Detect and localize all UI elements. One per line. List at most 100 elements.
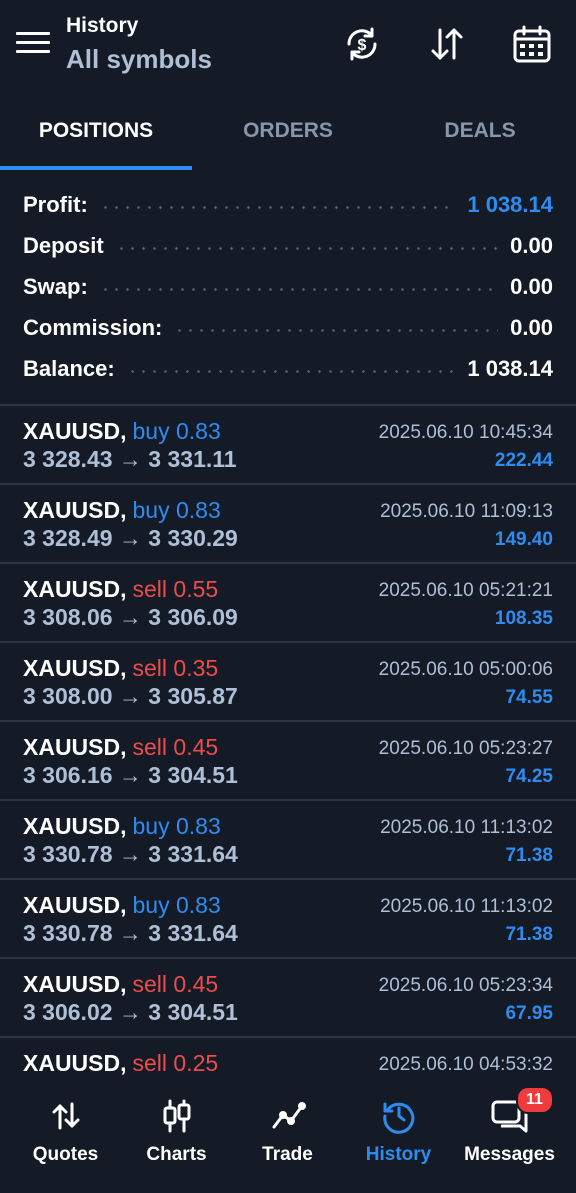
deal-profit: 67.95 bbox=[505, 1003, 553, 1024]
active-tab-indicator bbox=[0, 166, 192, 170]
bottom-navigation: Quotes Charts Trade History 11 Messages bbox=[0, 1084, 576, 1193]
deal-symbol: XAUUSD, bbox=[23, 734, 127, 760]
svg-text:$: $ bbox=[358, 37, 367, 54]
nav-trade-label: Trade bbox=[262, 1144, 313, 1165]
list-item[interactable]: XAUUSD, buy 0.83 3 330.78 → 3 331.64 2025… bbox=[0, 801, 576, 880]
deal-side: sell 0.55 bbox=[132, 576, 219, 602]
sync-button[interactable]: $ bbox=[340, 22, 384, 66]
deal-side: sell 0.25 bbox=[132, 1050, 219, 1076]
deposit-value: 0.00 bbox=[510, 232, 553, 258]
balance-label: Balance: bbox=[23, 355, 115, 381]
deal-symbol: XAUUSD, bbox=[23, 813, 127, 839]
deal-prices: 3 328.49 → 3 330.29 bbox=[23, 525, 238, 551]
nav-charts-label: Charts bbox=[146, 1144, 207, 1165]
tab-deals[interactable]: DEALS bbox=[384, 96, 576, 166]
deal-symbol: XAUUSD, bbox=[23, 418, 127, 444]
deal-prices: 3 306.16 → 3 304.51 bbox=[23, 762, 238, 788]
tab-orders[interactable]: ORDERS bbox=[192, 96, 384, 166]
summary-panel: Profit: 1 038.14 Deposit 0.00 Swap: 0.00… bbox=[0, 184, 576, 389]
deal-symbol-line: XAUUSD, buy 0.83 bbox=[23, 892, 221, 919]
nav-history[interactable]: History bbox=[341, 1084, 456, 1184]
deal-time: 2025.06.10 04:53:32 bbox=[378, 1054, 553, 1075]
summary-row-commission: Commission: 0.00 bbox=[0, 307, 576, 348]
list-item[interactable]: XAUUSD, sell 0.45 3 306.02 → 3 304.51 202… bbox=[0, 959, 576, 1038]
deal-symbol-line: XAUUSD, sell 0.45 bbox=[23, 734, 218, 761]
deal-symbol-line: XAUUSD, buy 0.83 bbox=[23, 418, 221, 445]
profit-value: 1 038.14 bbox=[467, 191, 553, 217]
top-bar: History All symbols $ bbox=[0, 0, 576, 92]
nav-messages-label: Messages bbox=[464, 1144, 555, 1165]
deal-prices: 3 330.78 → 3 331.64 bbox=[23, 841, 238, 867]
candlestick-icon bbox=[163, 1099, 190, 1133]
deal-profit: 149.40 bbox=[494, 529, 553, 550]
deal-side: sell 0.45 bbox=[132, 971, 219, 997]
deal-prices: 3 306.02 → 3 304.51 bbox=[23, 999, 238, 1025]
positions-list: XAUUSD, buy 0.83 3 328.43 → 3 331.11 2025… bbox=[0, 406, 576, 1117]
deal-prices: 3 308.00 → 3 305.87 bbox=[23, 683, 238, 709]
menu-icon[interactable] bbox=[16, 32, 50, 58]
commission-label: Commission: bbox=[23, 314, 163, 340]
deal-symbol: XAUUSD, bbox=[23, 892, 127, 918]
history-clock-icon bbox=[382, 1102, 414, 1134]
balance-value: 1 038.14 bbox=[467, 355, 553, 381]
trade-line-icon bbox=[272, 1102, 306, 1129]
deal-side: buy 0.83 bbox=[132, 418, 221, 444]
symbol-filter[interactable]: All symbols bbox=[66, 44, 212, 75]
nav-history-label: History bbox=[365, 1144, 432, 1165]
deal-symbol: XAUUSD, bbox=[23, 1050, 127, 1076]
deal-side: sell 0.35 bbox=[132, 655, 219, 681]
deal-time: 2025.06.10 10:45:34 bbox=[378, 422, 553, 443]
deal-time: 2025.06.10 05:23:34 bbox=[378, 975, 553, 996]
deal-side: buy 0.83 bbox=[132, 892, 221, 918]
deal-symbol: XAUUSD, bbox=[23, 655, 127, 681]
deal-symbol: XAUUSD, bbox=[23, 497, 127, 523]
sort-button[interactable] bbox=[425, 22, 469, 66]
nav-quotes[interactable]: Quotes bbox=[8, 1084, 123, 1184]
summary-row-balance: Balance: 1 038.14 bbox=[0, 348, 576, 389]
deal-prices: 3 308.06 → 3 306.09 bbox=[23, 604, 238, 630]
deal-time: 2025.06.10 05:00:06 bbox=[378, 659, 553, 680]
nav-charts[interactable]: Charts bbox=[119, 1084, 234, 1184]
deal-profit: 74.25 bbox=[505, 766, 553, 787]
summary-row-deposit: Deposit 0.00 bbox=[0, 225, 576, 266]
deal-symbol: XAUUSD, bbox=[23, 576, 127, 602]
dotted-leader bbox=[115, 247, 499, 250]
deal-symbol-line: XAUUSD, sell 0.35 bbox=[23, 655, 218, 682]
commission-value: 0.00 bbox=[510, 314, 553, 340]
list-item[interactable]: XAUUSD, buy 0.83 3 328.49 → 3 330.29 2025… bbox=[0, 485, 576, 564]
calendar-icon bbox=[513, 25, 551, 63]
history-tabs: POSITIONS ORDERS DEALS bbox=[0, 96, 576, 170]
list-item[interactable]: XAUUSD, sell 0.35 3 308.00 → 3 305.87 202… bbox=[0, 643, 576, 722]
tab-positions[interactable]: POSITIONS bbox=[0, 96, 192, 166]
deal-symbol: XAUUSD, bbox=[23, 971, 127, 997]
deal-time: 2025.06.10 05:21:21 bbox=[378, 580, 553, 601]
page-title: History bbox=[66, 14, 139, 37]
list-item[interactable]: XAUUSD, buy 0.83 3 330.78 → 3 331.64 2025… bbox=[0, 880, 576, 959]
dotted-leader bbox=[99, 206, 456, 209]
deal-symbol-line: XAUUSD, buy 0.83 bbox=[23, 813, 221, 840]
sort-icon bbox=[431, 28, 463, 60]
nav-trade[interactable]: Trade bbox=[230, 1084, 345, 1184]
swap-label: Swap: bbox=[23, 273, 88, 299]
calendar-button[interactable] bbox=[510, 22, 554, 66]
deal-prices: 3 328.43 → 3 331.11 bbox=[23, 446, 237, 472]
deal-side: buy 0.83 bbox=[132, 497, 221, 523]
sync-icon: $ bbox=[347, 27, 377, 61]
list-item[interactable]: XAUUSD, sell 0.45 3 306.16 → 3 304.51 202… bbox=[0, 722, 576, 801]
deal-symbol-line: XAUUSD, sell 0.55 bbox=[23, 576, 218, 603]
profit-label: Profit: bbox=[23, 191, 88, 217]
list-item[interactable]: XAUUSD, sell 0.55 3 308.06 → 3 306.09 202… bbox=[0, 564, 576, 643]
deal-profit: 71.38 bbox=[505, 924, 553, 945]
dotted-leader bbox=[174, 329, 499, 332]
deal-time: 2025.06.10 11:13:02 bbox=[380, 817, 553, 838]
list-item[interactable]: XAUUSD, buy 0.83 3 328.43 → 3 331.11 2025… bbox=[0, 406, 576, 485]
deposit-label: Deposit bbox=[23, 232, 104, 258]
summary-row-profit: Profit: 1 038.14 bbox=[0, 184, 576, 225]
summary-row-swap: Swap: 0.00 bbox=[0, 266, 576, 307]
deal-time: 2025.06.10 05:23:27 bbox=[378, 738, 553, 759]
deal-symbol-line: XAUUSD, sell 0.25 bbox=[23, 1050, 218, 1077]
deal-symbol-line: XAUUSD, sell 0.45 bbox=[23, 971, 218, 998]
nav-messages[interactable]: 11 Messages bbox=[452, 1084, 567, 1184]
dotted-leader bbox=[99, 288, 499, 291]
deal-profit: 222.44 bbox=[494, 450, 553, 471]
